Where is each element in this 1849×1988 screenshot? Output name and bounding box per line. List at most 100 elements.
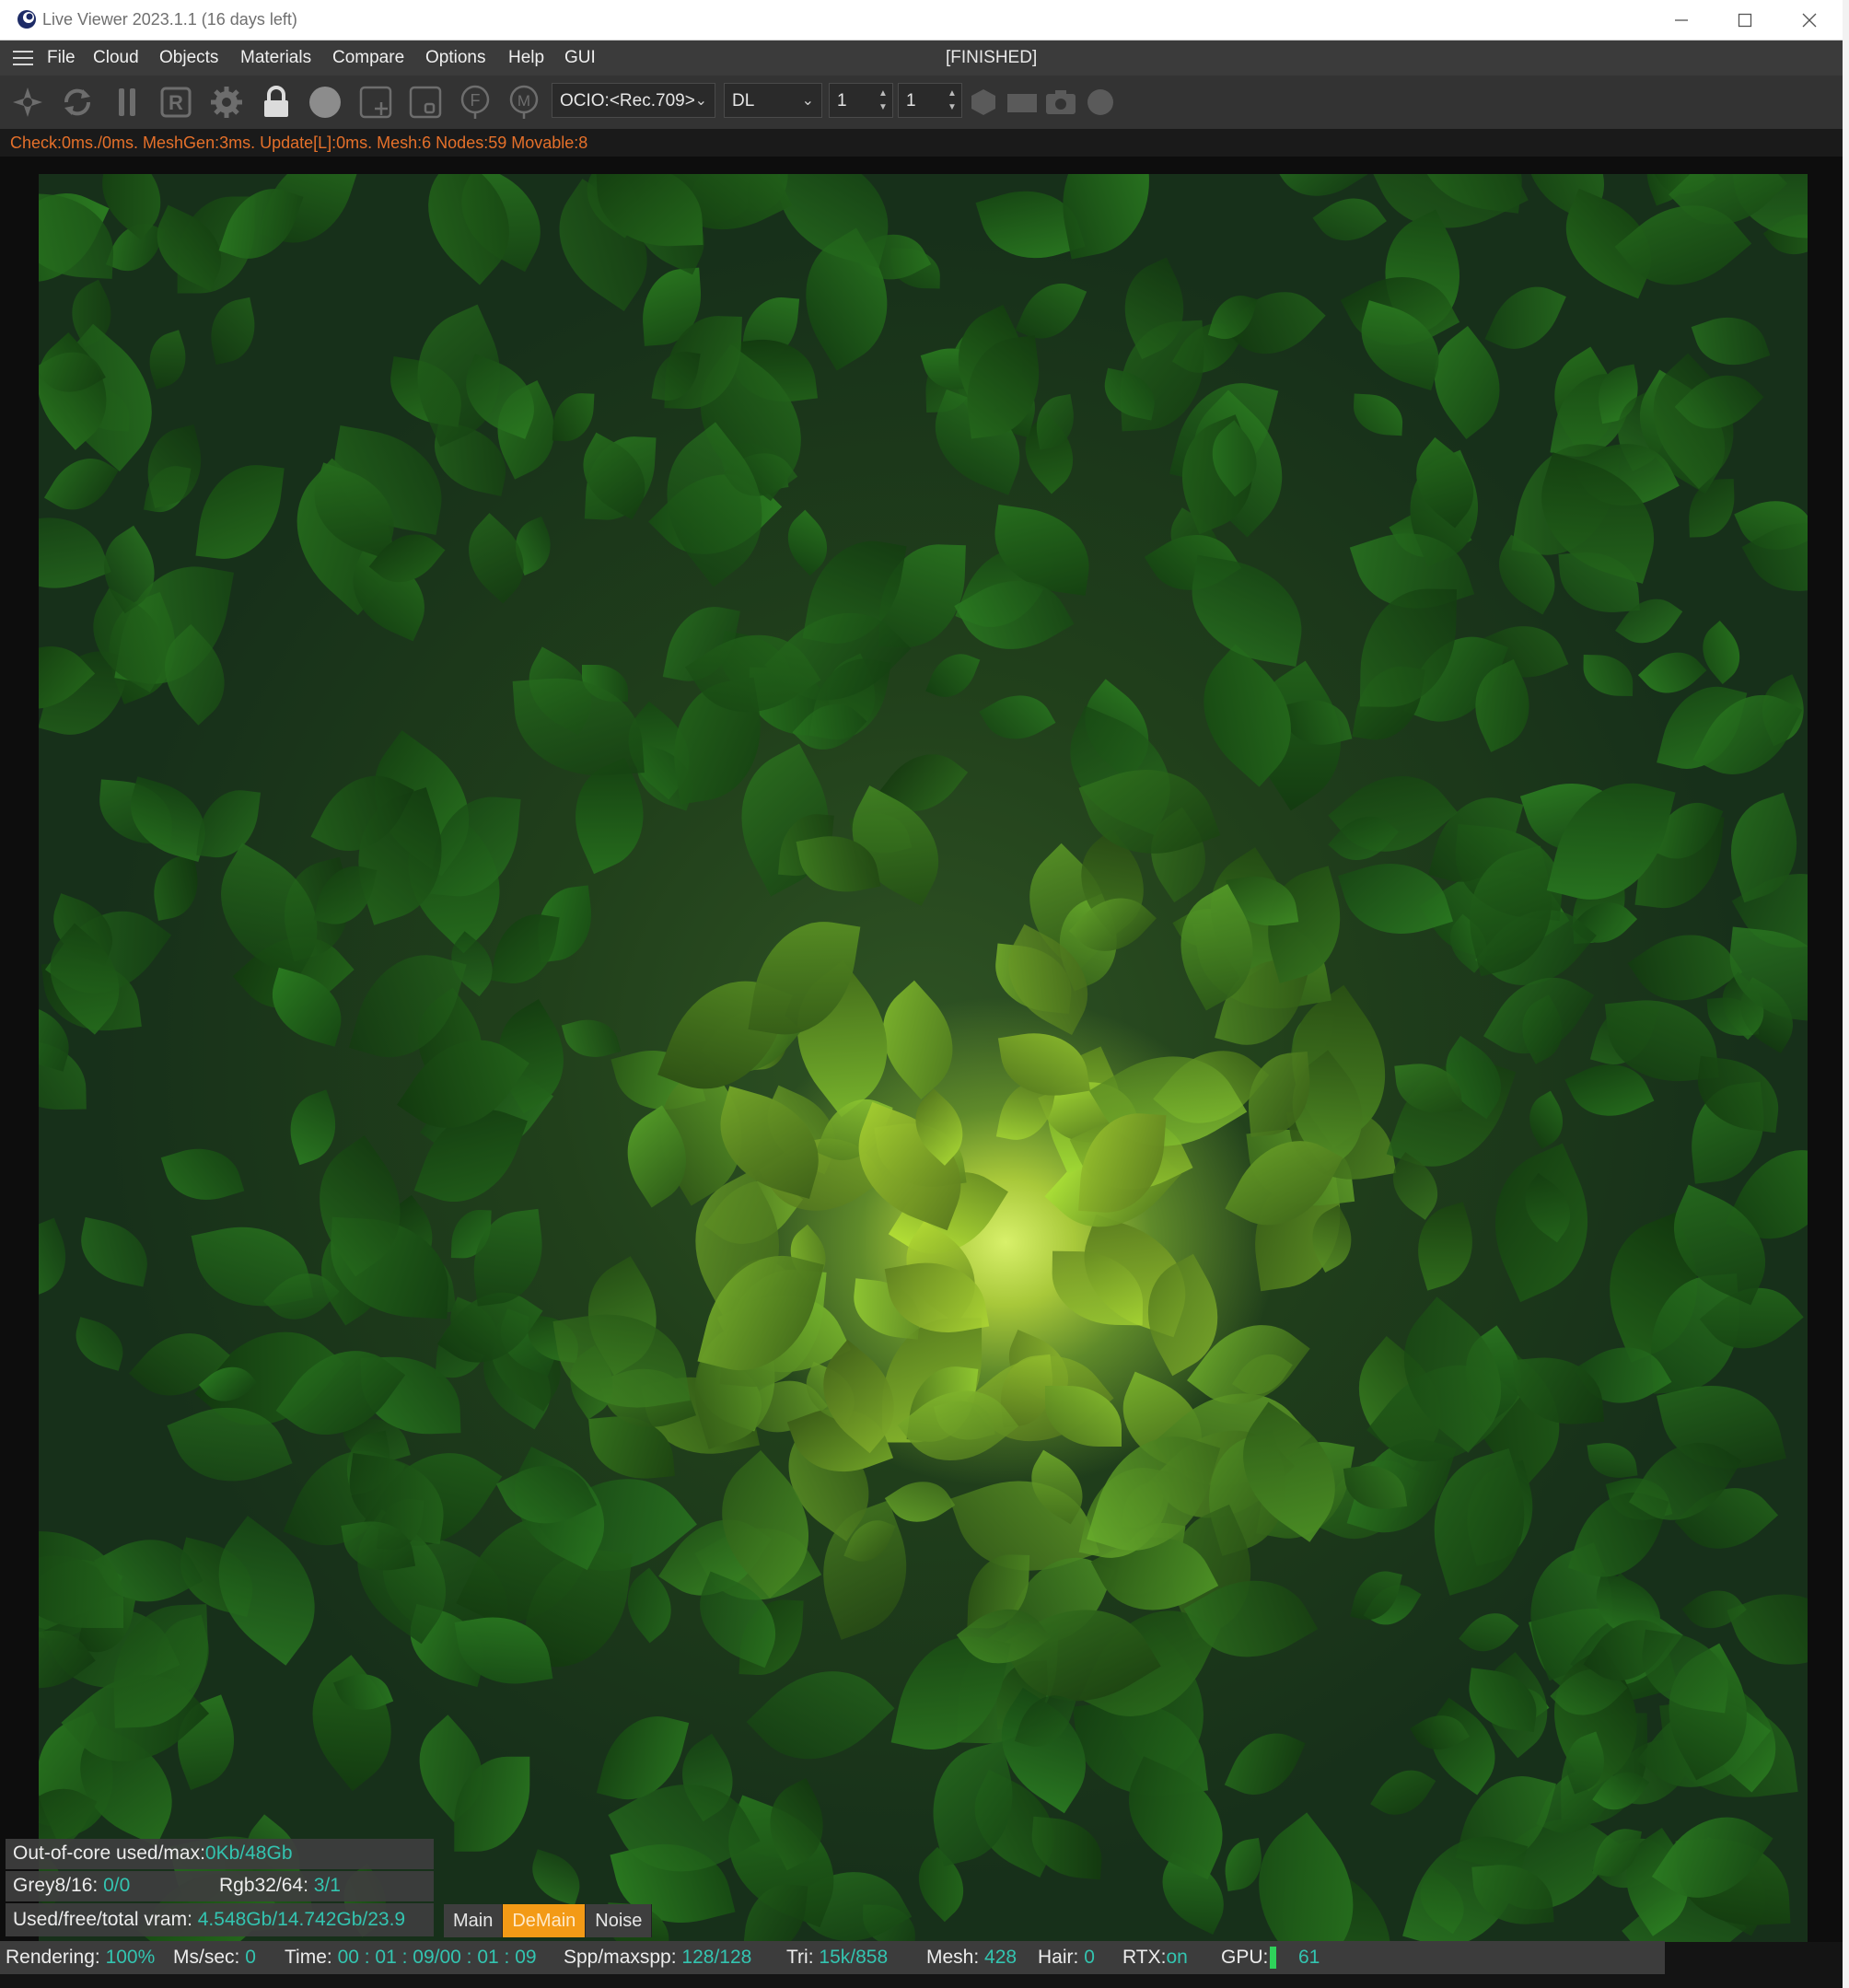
svg-text:R: R xyxy=(169,91,183,114)
menu-cloud[interactable]: Cloud xyxy=(93,48,139,68)
menu-file[interactable]: File xyxy=(47,48,76,68)
lock-button[interactable] xyxy=(256,82,297,122)
menu-objects[interactable]: Objects xyxy=(159,48,218,68)
render-pass-tabs: Main DeMain Noise xyxy=(444,1904,653,1937)
restart-button[interactable] xyxy=(7,82,48,122)
render-viewport[interactable] xyxy=(0,157,1843,1942)
kernel-select[interactable]: DL ⌄ xyxy=(724,83,822,118)
rgb-label: Rgb32/64: xyxy=(219,1875,314,1896)
rtx-value: on xyxy=(1166,1947,1188,1968)
material-picker-icon: M xyxy=(509,85,539,119)
chevron-down-icon: ⌄ xyxy=(694,93,707,109)
leaf-shape xyxy=(39,1217,78,1298)
leaf-shape xyxy=(1484,273,1566,362)
menu-options[interactable]: Options xyxy=(425,48,485,68)
leaf-shape xyxy=(1030,394,1079,450)
leaf-shape xyxy=(491,908,560,990)
hair-value: 0 xyxy=(1084,1947,1095,1968)
rgb-stat: Rgb32/64: 3/1 xyxy=(219,1871,341,1901)
hexagon-button[interactable] xyxy=(963,82,1004,122)
gpu-usage-bar xyxy=(1270,1947,1276,1969)
leaf-shape xyxy=(74,1216,156,1287)
texture-stat: Grey8/16: 0/0 Rgb32/64: 3/1 xyxy=(6,1871,434,1901)
mesh-value: 428 xyxy=(984,1947,1018,1968)
menu-gui[interactable]: GUI xyxy=(564,48,596,68)
film-button[interactable] xyxy=(1002,82,1042,122)
time-stat: Time: 00 : 01 : 09/00 : 01 : 09 xyxy=(285,1941,537,1974)
restart-icon xyxy=(13,87,42,117)
mssec-value: 0 xyxy=(245,1947,256,1968)
out-of-core-label: Out-of-core used/max: xyxy=(13,1843,205,1864)
mesh-stat: Mesh: 428 xyxy=(926,1941,1017,1974)
hamburger-menu-icon[interactable] xyxy=(13,51,33,65)
vram-stat: Used/free/total vram: 4.548Gb/14.742Gb/2… xyxy=(6,1903,434,1936)
tri-label: Tri: xyxy=(786,1947,820,1968)
spin-input-2[interactable]: 1 ▲ ▼ xyxy=(898,83,962,118)
leaf-shape xyxy=(1352,393,1404,436)
lock-icon xyxy=(264,86,288,117)
spinner-arrows-icon[interactable]: ▲ ▼ xyxy=(878,87,889,114)
camera-icon xyxy=(1046,90,1076,114)
maximize-button[interactable] xyxy=(1713,0,1777,40)
camera-button[interactable] xyxy=(1041,82,1081,122)
chevron-down-icon: ⌄ xyxy=(801,93,814,109)
menu-help[interactable]: Help xyxy=(508,48,544,68)
time-value: 00 : 01 : 09/00 : 01 : 09 xyxy=(337,1947,537,1968)
leaf-shape xyxy=(140,330,194,389)
leaf-shape xyxy=(552,391,595,444)
record-button[interactable] xyxy=(1080,82,1121,122)
leaf-shape xyxy=(552,1302,692,1420)
tab-demain[interactable]: DeMain xyxy=(503,1904,587,1937)
spinner-arrows-icon[interactable]: ▲ ▼ xyxy=(947,87,958,114)
render-info-line: Check:0ms./0ms. MeshGen:3ms. Update[L]:0… xyxy=(0,129,1843,157)
dot-icon xyxy=(1087,89,1113,115)
leaf-shape xyxy=(1224,1719,1306,1808)
close-button[interactable] xyxy=(1777,0,1842,40)
mesh-label: Mesh: xyxy=(926,1947,985,1968)
title-bar: Live Viewer 2023.1.1 (16 days left) xyxy=(0,0,1843,41)
refresh-button[interactable] xyxy=(57,82,98,122)
leaf-shape xyxy=(1180,554,1312,667)
hair-stat: Hair: 0 xyxy=(1038,1941,1095,1974)
region-render-icon: R xyxy=(160,87,192,118)
menu-materials[interactable]: Materials xyxy=(240,48,311,68)
menu-compare[interactable]: Compare xyxy=(332,48,404,68)
clay-sphere-icon xyxy=(309,87,341,118)
render-status: [FINISHED] xyxy=(946,48,1038,67)
spin-input-2-value: 1 xyxy=(906,91,916,110)
leaf-shape xyxy=(1691,306,1771,378)
rtx-stat: RTX:on xyxy=(1122,1941,1188,1974)
pause-button[interactable] xyxy=(107,82,147,122)
tab-noise[interactable]: Noise xyxy=(586,1904,653,1937)
spin-input-1-value: 1 xyxy=(837,91,847,110)
settings-button[interactable] xyxy=(206,82,247,122)
rendering-stat: Rendering: 100% xyxy=(6,1941,155,1974)
leaf-shape xyxy=(1459,1601,1519,1664)
leaf-shape xyxy=(978,681,1055,754)
mssec-stat: Ms/sec: 0 xyxy=(173,1941,256,1974)
focus-picker-button[interactable]: F xyxy=(455,82,495,122)
region-render-button[interactable]: R xyxy=(156,82,196,122)
ocio-select[interactable]: OCIO:<Rec.709> ⌄ xyxy=(552,83,715,118)
spin-input-1[interactable]: 1 ▲ ▼ xyxy=(829,83,893,118)
leaf-shape xyxy=(204,296,262,365)
add-region-button[interactable] xyxy=(355,82,396,122)
tab-main[interactable]: Main xyxy=(444,1904,504,1937)
out-of-core-value: 0Kb/48Gb xyxy=(204,1843,293,1864)
maximize-icon xyxy=(1738,13,1752,27)
rtx-label: RTX: xyxy=(1122,1947,1167,1968)
status-bar: Rendering: 100% Ms/sec: 0 Time: 00 : 01 … xyxy=(0,1941,1665,1974)
pause-icon xyxy=(119,88,135,116)
rendering-label: Rendering: xyxy=(6,1947,106,1968)
tri-stat: Tri: 15k/858 xyxy=(786,1941,888,1974)
clay-mode-button[interactable] xyxy=(305,82,345,122)
material-picker-button[interactable]: M xyxy=(504,82,544,122)
leaf-shape xyxy=(1587,1438,1638,1482)
leaf-shape xyxy=(1369,1757,1436,1827)
render-image xyxy=(39,174,1808,1942)
minimize-button[interactable] xyxy=(1649,0,1714,40)
minimize-icon xyxy=(1675,18,1688,21)
window-bottom-edge xyxy=(0,1974,1843,1988)
film-icon xyxy=(1007,94,1037,112)
film-region-button[interactable] xyxy=(405,82,446,122)
